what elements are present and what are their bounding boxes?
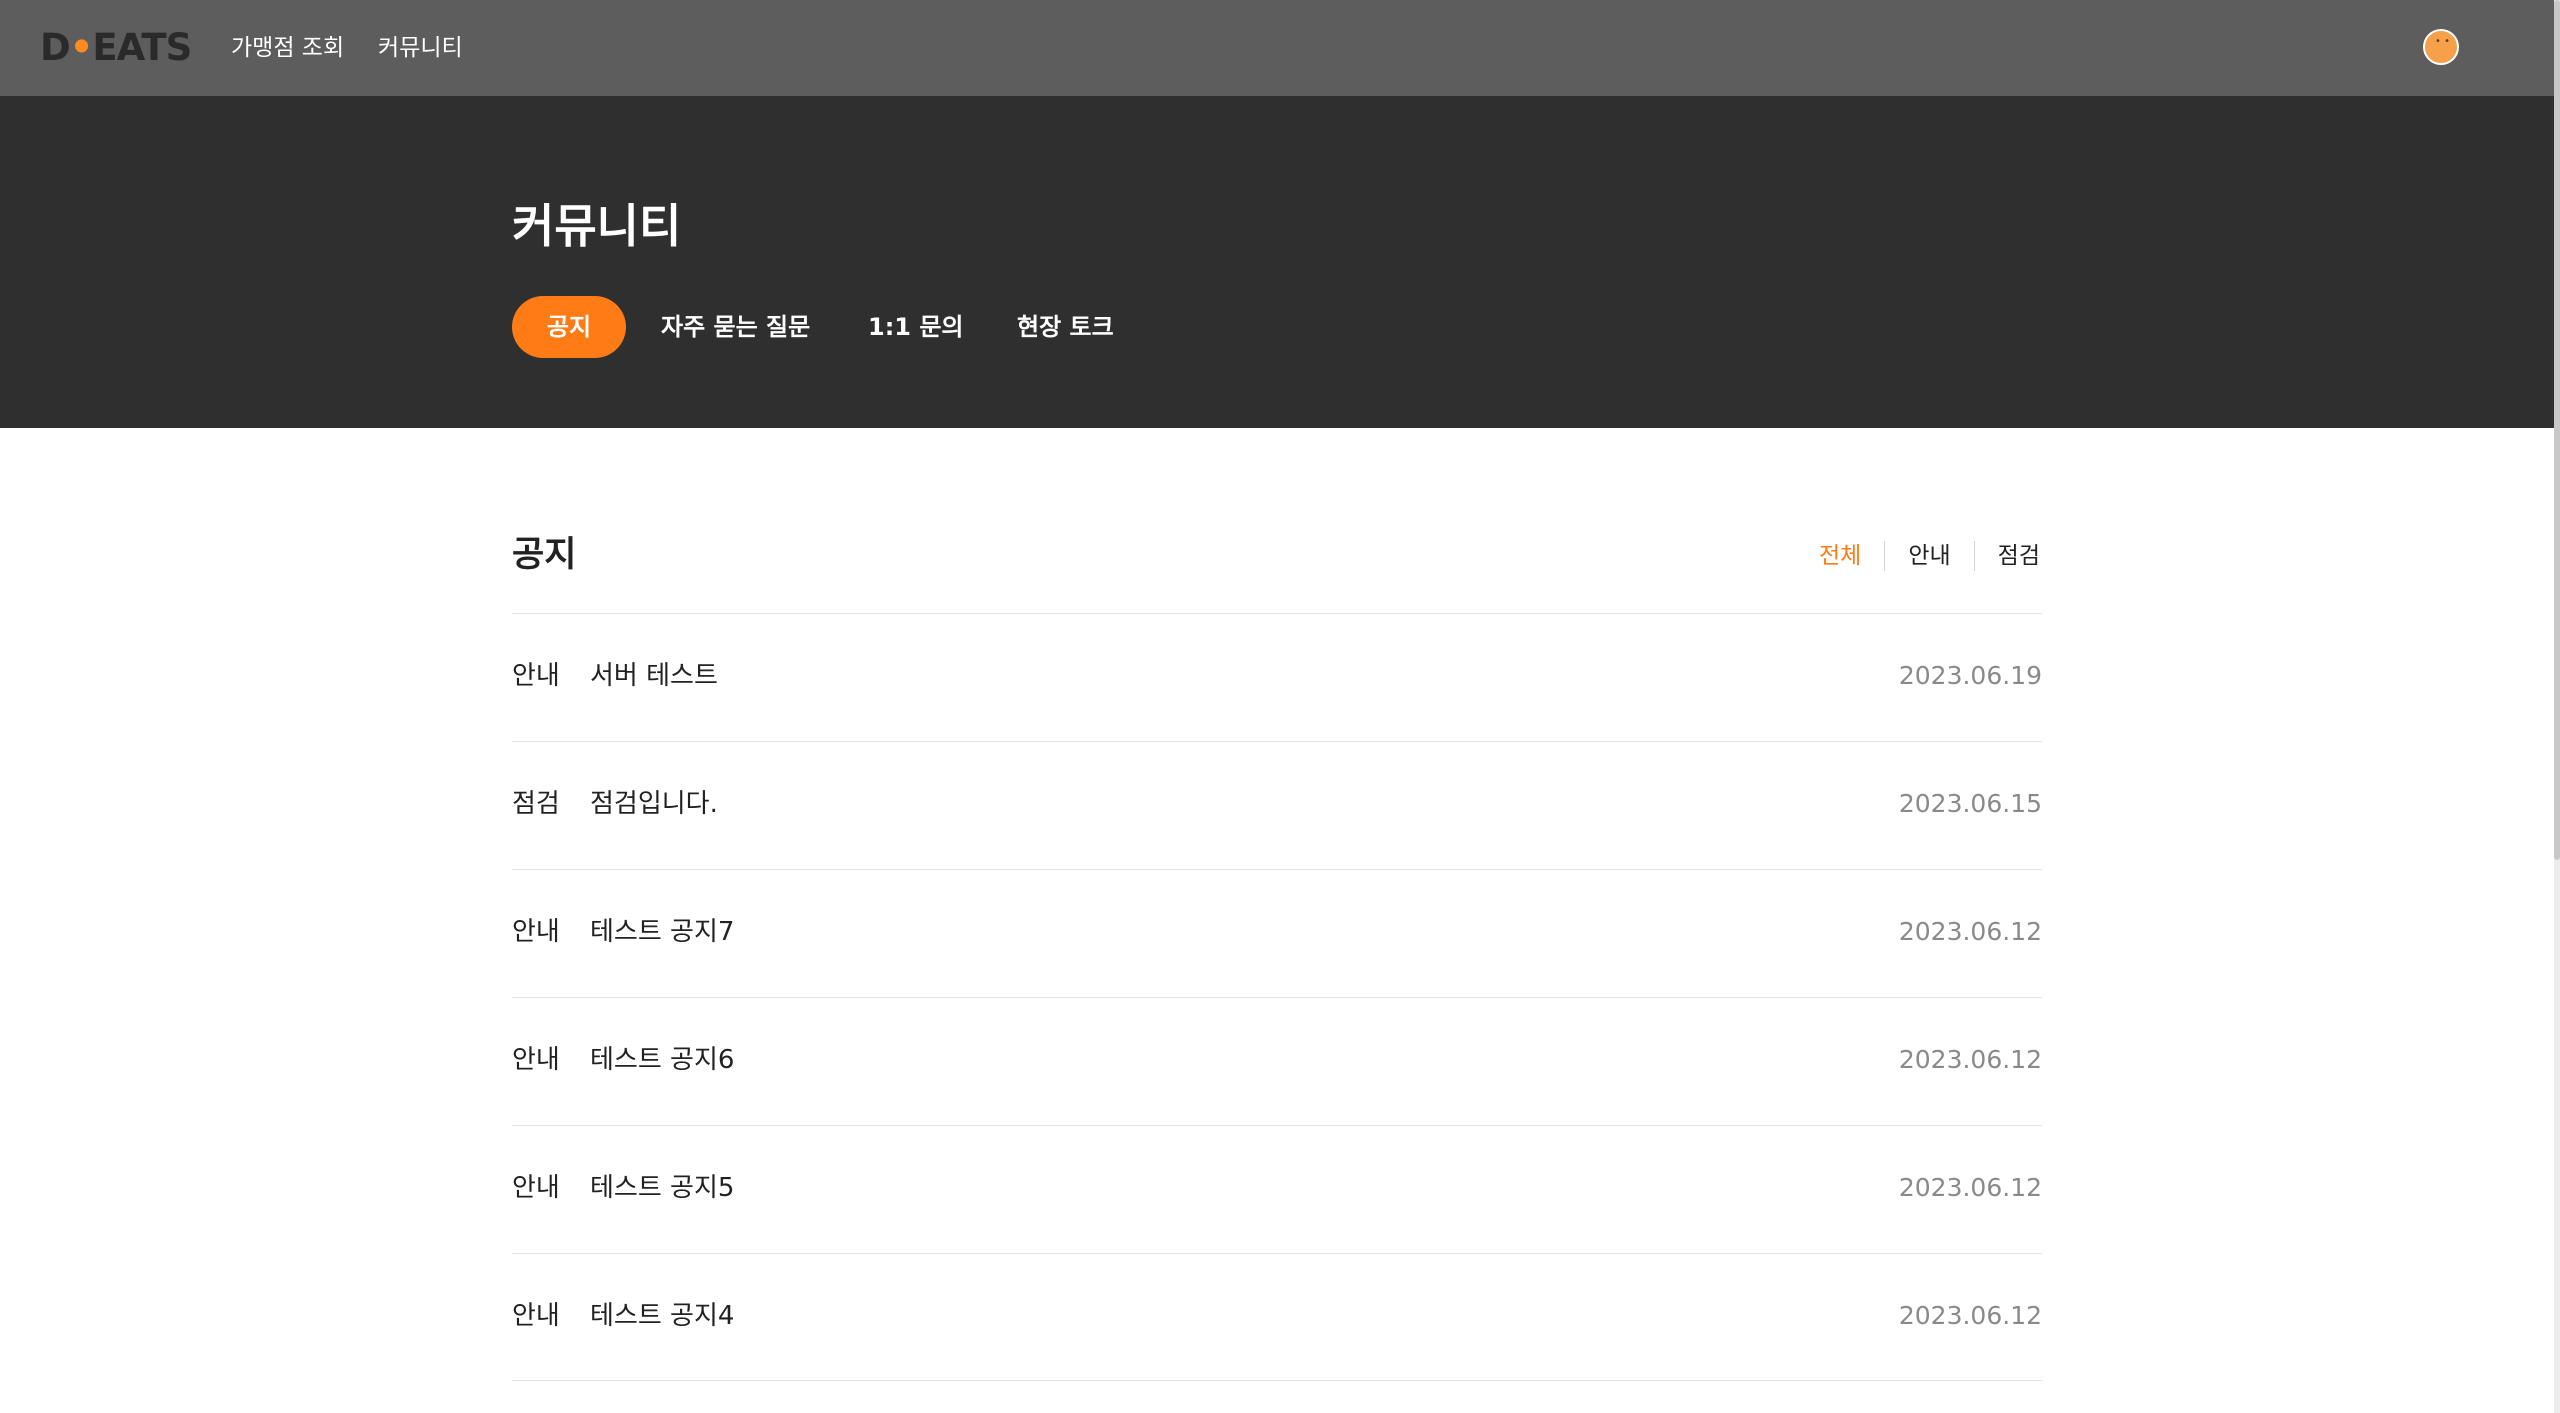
filter-all[interactable]: 전체 <box>1796 538 1884 574</box>
list-item[interactable]: 안내 테스트 공지4 2023.06.12 <box>512 1253 2042 1381</box>
logo-letters-eats: EATS <box>92 26 192 69</box>
category-filter: 전체 안내 점검 <box>1796 538 2040 574</box>
notice-title[interactable]: 서버 테스트 <box>590 658 718 694</box>
community-hero: 커뮤니티 공지 자주 묻는 질문 1:1 문의 현장 토크 <box>0 96 2554 428</box>
scrollbar-thumb[interactable] <box>2554 0 2560 860</box>
user-avatar-icon[interactable]: • • <box>2423 29 2459 65</box>
filter-maintenance[interactable]: 점검 <box>1975 538 2040 574</box>
notice-title[interactable]: 테스트 공지5 <box>590 1170 734 1206</box>
logo-letter-d: D <box>40 26 71 69</box>
notice-category: 안내 <box>512 1173 560 1203</box>
notice-list: 안내 서버 테스트 2023.06.19 점검 점검입니다. 2023.06.1… <box>512 613 2042 1381</box>
notice-category: 점검 <box>512 789 560 819</box>
notice-date: 2023.06.19 <box>1898 661 2042 690</box>
notice-title[interactable]: 점검입니다. <box>590 786 718 822</box>
notice-date: 2023.06.12 <box>1898 917 2042 946</box>
list-item[interactable]: 안내 테스트 공지5 2023.06.12 <box>512 1125 2042 1253</box>
page-title: 커뮤니티 <box>512 199 682 253</box>
notice-date: 2023.06.12 <box>1898 1301 2042 1330</box>
tab-inquiry[interactable]: 1:1 문의 <box>868 296 964 358</box>
nav-community[interactable]: 커뮤니티 <box>378 31 463 65</box>
nav-store-lookup[interactable]: 가맹점 조회 <box>231 31 344 65</box>
tab-faq[interactable]: 자주 묻는 질문 <box>661 296 810 358</box>
list-item[interactable]: 안내 테스트 공지7 2023.06.12 <box>512 869 2042 997</box>
tab-notice[interactable]: 공지 <box>512 296 626 358</box>
top-navigation-bar: D•EATS 가맹점 조회 커뮤니티 • • <box>0 0 2554 96</box>
notice-date: 2023.06.12 <box>1898 1045 2042 1074</box>
list-item[interactable]: 안내 테스트 공지6 2023.06.12 <box>512 997 2042 1125</box>
notice-category: 안내 <box>512 661 560 691</box>
list-item[interactable]: 안내 서버 테스트 2023.06.19 <box>512 613 2042 741</box>
section-title: 공지 <box>512 535 577 575</box>
notice-title[interactable]: 테스트 공지4 <box>590 1298 734 1334</box>
notice-date: 2023.06.15 <box>1898 789 2042 818</box>
page-scrollbar[interactable] <box>2554 0 2560 1413</box>
filter-info[interactable]: 안내 <box>1885 538 1973 574</box>
notice-title[interactable]: 테스트 공지7 <box>590 914 734 950</box>
list-item[interactable]: 점검 점검입니다. 2023.06.15 <box>512 741 2042 869</box>
deats-logo[interactable]: D•EATS <box>40 29 192 66</box>
notice-category: 안내 <box>512 1045 560 1075</box>
tab-field-talk[interactable]: 현장 토크 <box>1017 296 1114 358</box>
notice-title[interactable]: 테스트 공지6 <box>590 1042 734 1078</box>
notice-date: 2023.06.12 <box>1898 1173 2042 1202</box>
notice-category: 안내 <box>512 917 560 947</box>
notice-category: 안내 <box>512 1301 560 1331</box>
